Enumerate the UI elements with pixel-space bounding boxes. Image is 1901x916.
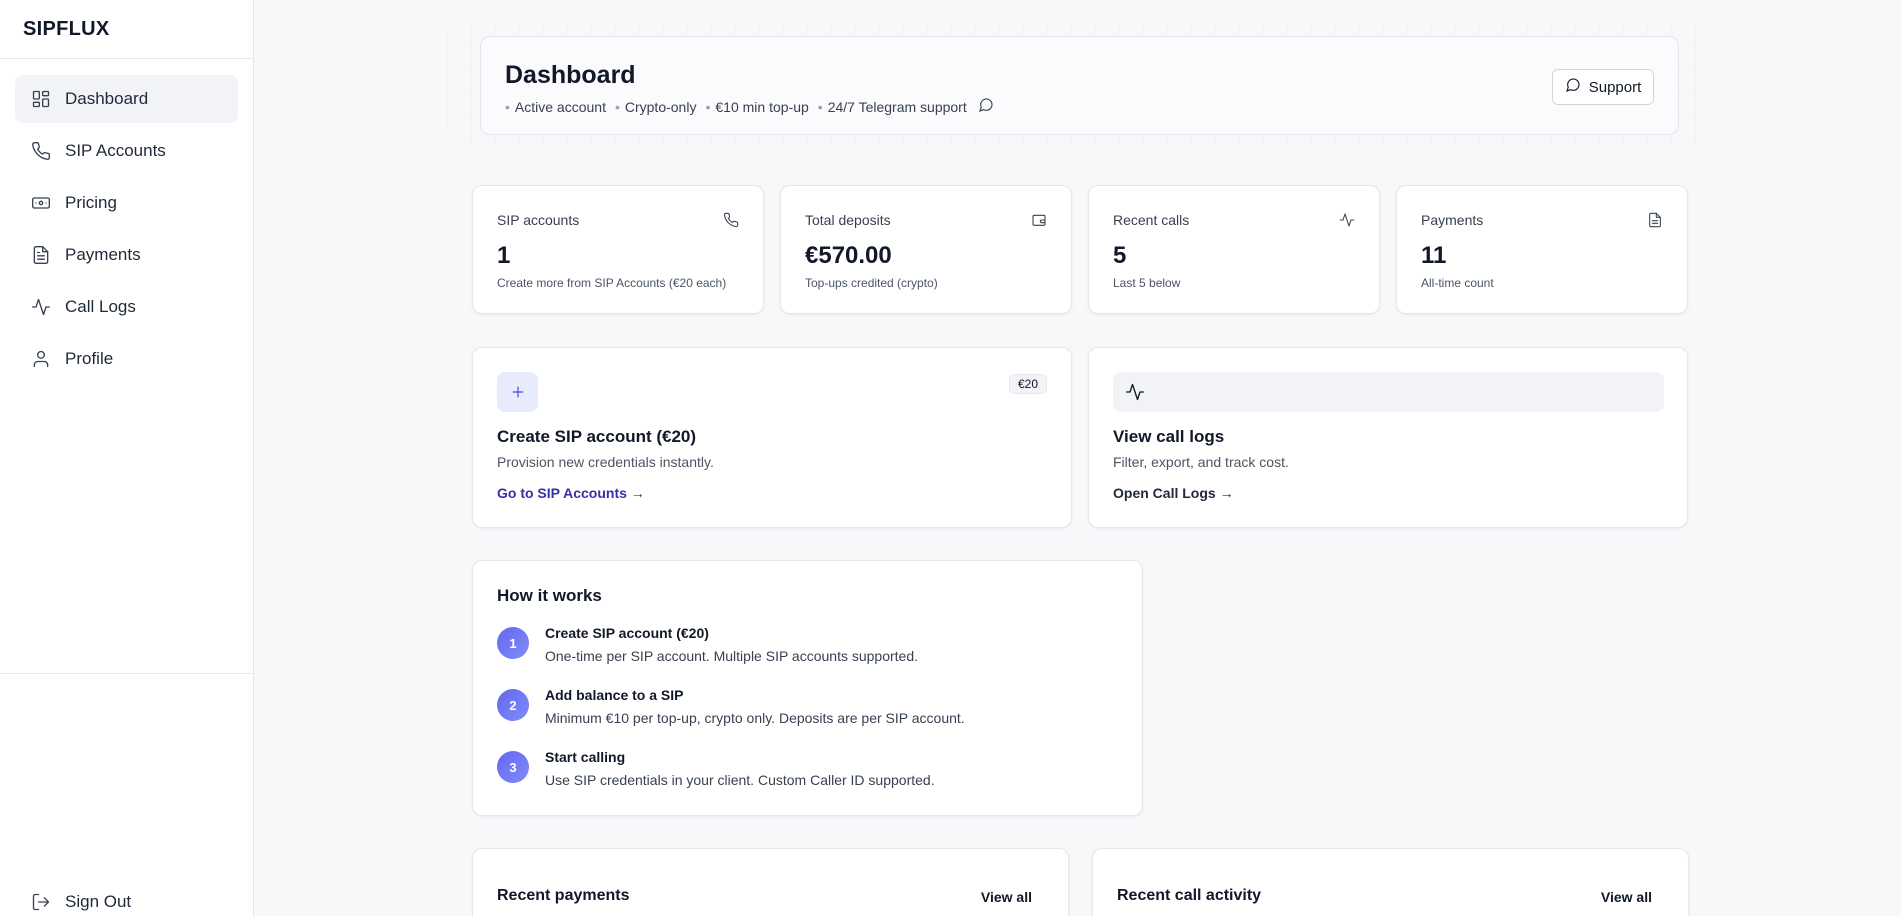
stat-card-recent-calls: Recent calls 5 Last 5 below <box>1088 185 1380 314</box>
sign-out-button[interactable]: Sign Out <box>15 880 239 916</box>
brand-logo[interactable]: SIPFLUX <box>0 0 253 59</box>
file-text-icon <box>31 245 51 265</box>
stat-value: 11 <box>1421 242 1447 269</box>
phone-icon <box>723 212 739 228</box>
sidebar-item-profile[interactable]: Profile <box>15 335 238 383</box>
stat-subtext: Top-ups credited (crypto) <box>805 276 938 290</box>
log-out-icon <box>31 892 51 912</box>
view-all-calls-link[interactable]: View all <box>1601 889 1652 905</box>
stat-value: €570.00 <box>805 242 892 269</box>
plus-icon <box>497 372 538 412</box>
stat-card-sip-accounts: SIP accounts 1 Create more from SIP Acco… <box>472 185 764 314</box>
sidebar-item-pricing[interactable]: Pricing <box>15 179 238 227</box>
sidebar: SIPFLUX Dashboard SIP Accounts Pricing P… <box>0 0 254 916</box>
view-call-logs-card[interactable]: View call logs Filter, export, and track… <box>1088 347 1688 528</box>
step-description: One-time per SIP account. Multiple SIP a… <box>545 648 919 664</box>
file-text-icon <box>1647 212 1663 228</box>
recent-payments-card: Recent payments View all <box>472 848 1069 916</box>
create-sip-account-card[interactable]: €20 Create SIP account (€20) Provision n… <box>472 347 1072 528</box>
sidebar-item-call-logs[interactable]: Call Logs <box>15 283 238 331</box>
open-call-logs-link[interactable]: Open Call Logs → <box>1113 485 1234 501</box>
message-circle-icon <box>1565 77 1589 97</box>
stat-label: Payments <box>1421 212 1484 228</box>
sidebar-item-label: Dashboard <box>65 89 149 108</box>
step-item: 2 Add balance to a SIP Minimum €10 per t… <box>497 687 965 726</box>
page-header: Dashboard • Active account • Crypto-only •… <box>480 36 1679 135</box>
stat-subtext: Create more from SIP Accounts (€20 each) <box>497 276 727 290</box>
step-description: Use SIP credentials in your client. Cust… <box>545 772 935 788</box>
sidebar-divider <box>0 673 254 674</box>
header-meta: • Active account • Crypto-only • €10 min to… <box>505 97 994 116</box>
phone-icon <box>31 141 51 161</box>
sidebar-item-sip-accounts[interactable]: SIP Accounts <box>15 127 238 175</box>
meta-item: Active account <box>514 98 606 115</box>
meta-item: 24/7 Telegram support <box>827 98 967 115</box>
step-title: Add balance to a SIP <box>545 687 684 703</box>
stat-label: Total deposits <box>805 212 891 228</box>
user-icon <box>31 349 51 369</box>
support-label: Support <box>1588 78 1642 96</box>
sidebar-item-dashboard[interactable]: Dashboard <box>15 75 238 123</box>
section-title: Recent call activity <box>1117 887 1262 904</box>
stat-value: 1 <box>497 242 511 269</box>
sidebar-item-label: Pricing <box>65 193 117 212</box>
sign-out-label: Sign Out <box>65 892 132 911</box>
dashboard-icon <box>31 89 51 109</box>
activity-icon <box>1339 212 1355 228</box>
card-title: View call logs <box>1113 427 1225 446</box>
go-to-sip-accounts-link[interactable]: Go to SIP Accounts → <box>497 485 645 501</box>
step-title: Start calling <box>545 749 626 765</box>
step-number: 1 <box>497 627 529 659</box>
step-description: Minimum €10 per top-up, crypto only. Dep… <box>545 710 965 726</box>
sidebar-item-label: Payments <box>65 245 141 264</box>
step-number: 3 <box>497 751 529 783</box>
card-description: Filter, export, and track cost. <box>1113 454 1289 470</box>
sidebar-item-label: Call Logs <box>65 297 136 316</box>
sidebar-nav: Dashboard SIP Accounts Pricing Payments … <box>0 59 253 383</box>
step-item: 1 Create SIP account (€20) One-time per … <box>497 625 918 664</box>
message-circle-icon <box>976 97 994 116</box>
price-badge: €20 <box>1008 374 1047 394</box>
stat-subtext: All-time count <box>1421 276 1494 290</box>
stat-card-payments: Payments 11 All-time count <box>1396 185 1688 314</box>
how-it-works-card: How it works 1 Create SIP account (€20) … <box>472 560 1143 816</box>
section-title: Recent payments <box>497 887 630 904</box>
card-title: Create SIP account (€20) <box>497 427 697 446</box>
support-button[interactable]: Support <box>1552 69 1654 105</box>
wallet-icon <box>1031 212 1047 228</box>
banknote-icon <box>31 193 51 213</box>
activity-icon <box>31 297 51 317</box>
sidebar-item-payments[interactable]: Payments <box>15 231 238 279</box>
recent-call-activity-card: Recent call activity View all <box>1092 848 1689 916</box>
stat-label: SIP accounts <box>497 212 580 228</box>
stat-card-total-deposits: Total deposits €570.00 Top-ups credited … <box>780 185 1072 314</box>
step-item: 3 Start calling Use SIP credentials in y… <box>497 749 935 788</box>
stat-label: Recent calls <box>1113 212 1190 228</box>
sidebar-item-label: SIP Accounts <box>65 141 166 160</box>
activity-icon <box>1113 372 1664 412</box>
card-description: Provision new credentials instantly. <box>497 454 714 470</box>
step-title: Create SIP account (€20) <box>545 625 709 641</box>
step-number: 2 <box>497 689 529 721</box>
sidebar-item-label: Profile <box>65 349 114 368</box>
meta-item: Crypto-only <box>624 98 697 115</box>
meta-item: €10 min top-up <box>715 98 809 115</box>
stat-subtext: Last 5 below <box>1113 276 1181 290</box>
view-all-payments-link[interactable]: View all <box>981 889 1032 905</box>
page-title: Dashboard <box>505 61 636 89</box>
stat-value: 5 <box>1113 242 1127 269</box>
section-title: How it works <box>497 586 602 605</box>
